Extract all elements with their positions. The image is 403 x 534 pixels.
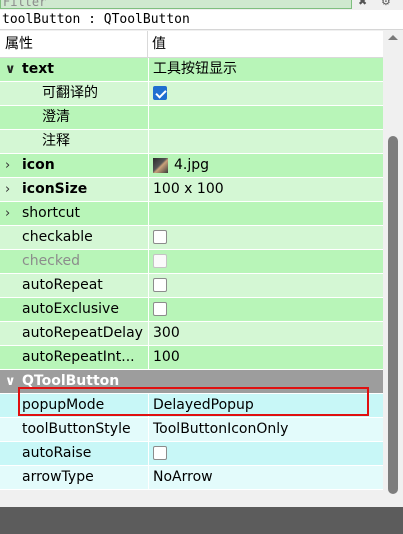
chevron-right-icon[interactable]: › — [5, 178, 10, 201]
scroll-up-icon[interactable] — [388, 35, 398, 40]
checkbox[interactable] — [153, 86, 167, 100]
property-name: autoRepeatDelay — [22, 325, 143, 341]
property-name: shortcut — [22, 205, 81, 221]
header-divider — [147, 31, 148, 58]
property-value: 300 — [153, 325, 180, 341]
property-name: popupMode — [22, 397, 105, 413]
property-row[interactable]: autoRepeatInt... 100 — [0, 346, 383, 370]
property-row[interactable]: toolButtonStyle ToolButtonIconOnly — [0, 418, 383, 442]
property-name: iconSize — [22, 181, 88, 197]
vertical-scrollbar[interactable] — [383, 31, 403, 507]
property-row[interactable]: ∨ text 工具按钮显示 — [0, 58, 383, 82]
property-value: DelayedPopup — [153, 397, 254, 413]
property-value-cell[interactable]: ToolButtonIconOnly — [148, 418, 383, 441]
chevron-down-icon[interactable]: ∨ — [5, 58, 16, 81]
property-name: 注释 — [42, 133, 70, 149]
property-value-cell[interactable]: 4.jpg — [148, 154, 383, 177]
object-title: toolButton : QToolButton — [0, 10, 403, 30]
property-row[interactable]: arrowType NoArrow — [0, 466, 383, 490]
property-value-cell[interactable] — [148, 82, 383, 105]
property-value-cell[interactable] — [148, 226, 383, 249]
clear-icon[interactable]: ✖ — [358, 0, 372, 10]
property-name: 澄清 — [42, 109, 70, 125]
section-row[interactable]: ∨ QToolButton — [0, 370, 383, 394]
property-value-cell[interactable]: DelayedPopup — [148, 394, 383, 417]
property-row[interactable]: › icon 4.jpg — [0, 154, 383, 178]
property-row[interactable]: checked — [0, 250, 383, 274]
property-value-cell[interactable]: 300 — [148, 322, 383, 345]
property-value-cell[interactable]: 100 x 100 — [148, 178, 383, 201]
property-value: 100 — [153, 349, 180, 365]
property-value-cell[interactable]: 工具按钮显示 — [148, 58, 383, 81]
property-name: autoRaise — [22, 445, 92, 461]
property-name: checked — [22, 253, 80, 269]
property-value-cell[interactable] — [148, 202, 383, 225]
property-row[interactable]: autoRepeatDelay 300 — [0, 322, 383, 346]
property-value: 工具按钮显示 — [153, 61, 237, 77]
image-thumbnail-icon — [153, 158, 168, 173]
status-bar — [0, 507, 403, 534]
property-name: text — [22, 61, 54, 77]
property-row[interactable]: popupMode DelayedPopup — [0, 394, 383, 418]
property-table: 属性 值 ∨ text 工具按钮显示可翻译的澄清注释 › icon 4.jpg › iconS… — [0, 31, 383, 507]
property-name: checkable — [22, 229, 93, 245]
property-row[interactable]: checkable — [0, 226, 383, 250]
chevron-right-icon[interactable]: › — [5, 154, 10, 177]
checkbox[interactable] — [153, 302, 167, 316]
property-row[interactable]: 可翻译的 — [0, 82, 383, 106]
property-value-cell[interactable] — [148, 250, 383, 273]
property-name: toolButtonStyle — [22, 421, 131, 437]
property-name: autoRepeatInt... — [22, 349, 135, 365]
scroll-thumb[interactable] — [388, 136, 398, 494]
property-row[interactable]: 澄清 — [0, 106, 383, 130]
property-row[interactable]: 注释 — [0, 130, 383, 154]
property-name: 可翻译的 — [42, 85, 98, 101]
property-row[interactable]: autoRepeat — [0, 274, 383, 298]
property-value-cell[interactable] — [148, 298, 383, 321]
filter-input[interactable]: Filter — [0, 0, 352, 9]
property-row[interactable]: autoRaise — [0, 442, 383, 466]
filter-bar: Filter ✖ ⚙ — [0, 0, 403, 10]
property-value: NoArrow — [153, 469, 213, 485]
property-name: autoRepeat — [22, 277, 103, 293]
property-name: arrowType — [22, 469, 94, 485]
property-value-cell[interactable] — [148, 274, 383, 297]
checkbox[interactable] — [153, 446, 167, 460]
property-value-cell[interactable] — [148, 106, 383, 129]
property-name: autoExclusive — [22, 301, 119, 317]
gear-icon[interactable]: ⚙ — [381, 0, 397, 10]
property-value: 100 x 100 — [153, 181, 224, 197]
property-value-cell[interactable] — [148, 442, 383, 465]
property-name: QToolButton — [22, 373, 120, 389]
checkbox — [153, 254, 167, 268]
property-row[interactable]: › shortcut — [0, 202, 383, 226]
property-value: ToolButtonIconOnly — [153, 421, 289, 437]
header-value: 值 — [152, 36, 166, 52]
property-row[interactable]: autoExclusive — [0, 298, 383, 322]
property-value: 4.jpg — [174, 157, 210, 173]
checkbox[interactable] — [153, 230, 167, 244]
property-name: icon — [22, 157, 55, 173]
chevron-down-icon[interactable]: ∨ — [5, 370, 16, 393]
chevron-right-icon[interactable]: › — [5, 202, 10, 225]
property-value-cell[interactable] — [148, 130, 383, 153]
property-value-cell[interactable]: NoArrow — [148, 466, 383, 489]
checkbox[interactable] — [153, 278, 167, 292]
header-property: 属性 — [5, 36, 33, 52]
property-row[interactable]: › iconSize 100 x 100 — [0, 178, 383, 202]
property-value-cell[interactable]: 100 — [148, 346, 383, 369]
table-header: 属性 值 — [0, 31, 383, 58]
